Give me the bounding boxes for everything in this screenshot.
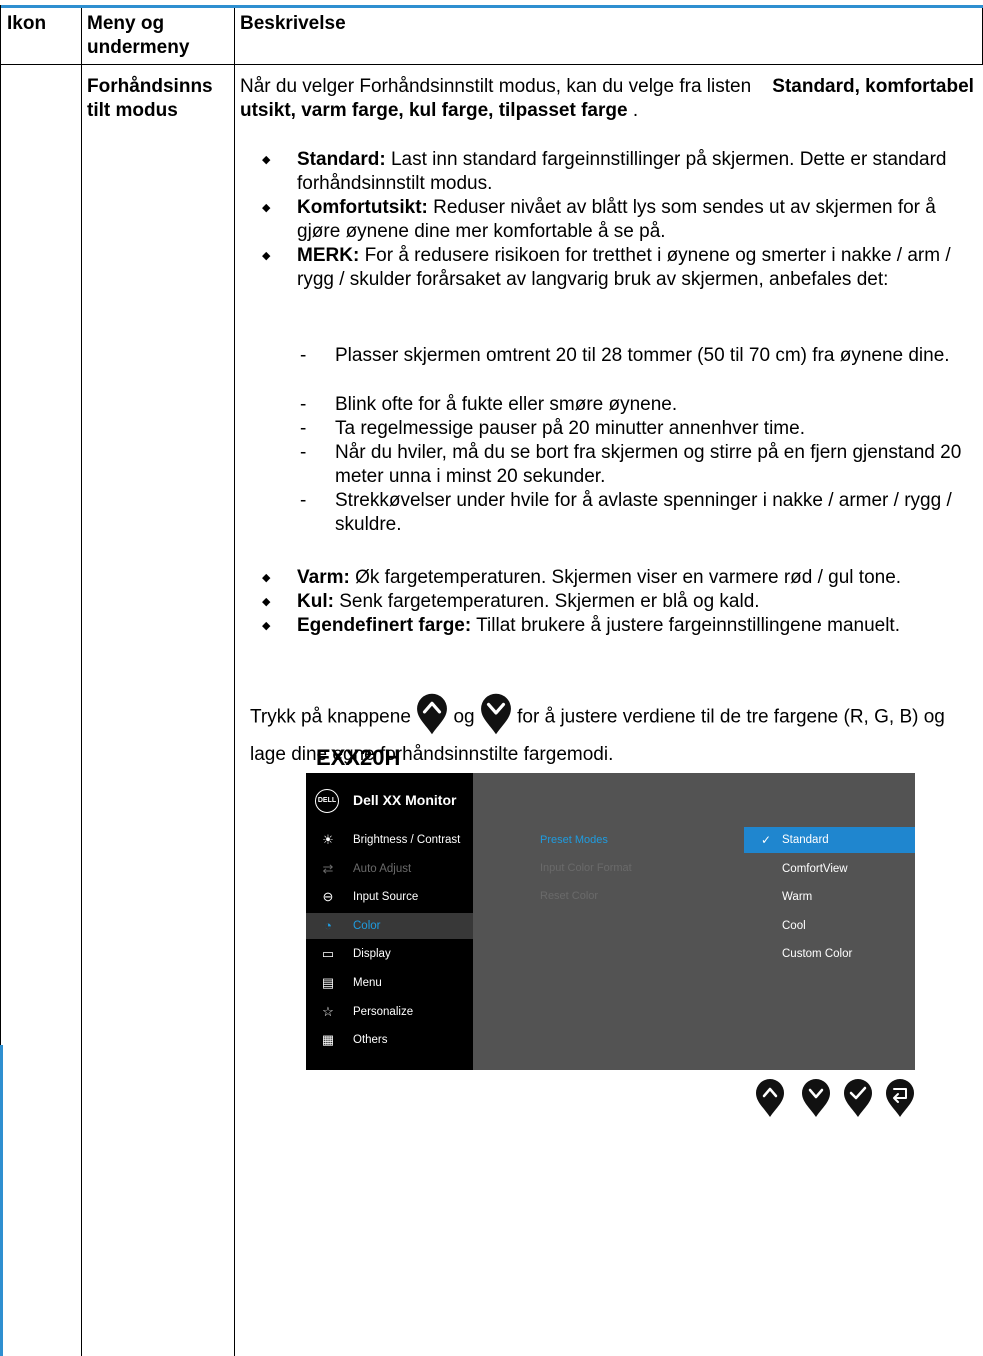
column-divider-2 — [234, 8, 235, 1356]
bullet-diamond: ◆ — [262, 572, 271, 584]
osd-sidebar: DELL Dell XX Monitor ☀ Brightness / Contr… — [306, 773, 473, 1070]
table-left-border — [0, 5, 1, 1045]
osd-menu-item[interactable]: ⊖ Input Source — [306, 884, 473, 910]
dash-marker: - — [300, 345, 307, 366]
table-top-border — [0, 5, 983, 8]
press-og: og — [453, 706, 475, 728]
osd-menu-item[interactable]: ▦ Others — [306, 1027, 473, 1053]
osd-up-button-icon[interactable] — [755, 1078, 785, 1118]
page: Ikon Meny og undermeny Beskrivelse Forhå… — [0, 0, 983, 1356]
osd-menu-item[interactable]: ⇄ Auto Adjust — [306, 856, 473, 882]
bullet-diamond: ◆ — [262, 620, 271, 632]
intro-text: Når du velger Forhåndsinnstilt modus, ka… — [240, 76, 752, 97]
osd-option[interactable]: Custom Color — [744, 941, 915, 967]
tip-text: Ta regelmessige pauser på 20 minutter an… — [335, 418, 805, 439]
osd-menu-item[interactable]: ☀ Brightness / Contrast — [306, 827, 473, 853]
bullet-text: Tillat brukere å justere fargeinnstillin… — [476, 615, 900, 636]
bullet-label: Standard: — [297, 149, 386, 170]
menu-name-preset-modes: Forhåndsinns tilt modus — [87, 76, 213, 121]
down-arrow-icon — [480, 692, 512, 743]
bullet-text: Øk fargetemperaturen. Skjermen viser en … — [355, 567, 902, 588]
osd-submenu-reset-color[interactable]: Reset Color — [540, 890, 598, 902]
bullet-text: Senk fargetemperaturen. Skjermen er blå … — [339, 591, 760, 612]
osd-menu-label: Display — [353, 948, 391, 961]
header-menu: Meny og undermeny — [87, 13, 190, 58]
bullet-label: Egendefinert farge: — [297, 615, 472, 636]
bullet-text: Last inn standard fargeinnstillinger på … — [297, 149, 947, 194]
osd-back-button-icon[interactable] — [885, 1078, 915, 1118]
bullet-diamond: ◆ — [262, 250, 271, 262]
osd-option-label: Custom Color — [782, 948, 853, 961]
osd-menu-item[interactable]: ▭ Display — [306, 941, 473, 967]
osd-option-label: Standard — [782, 834, 829, 846]
osd-option[interactable]: Cool — [744, 913, 915, 939]
bullet-label: Kul: — [297, 591, 334, 612]
dash-marker: - — [300, 490, 307, 511]
osd-menu-label: Others — [353, 1034, 388, 1047]
up-arrow-icon — [416, 692, 448, 743]
bullet-text: For å redusere risikoen for tretthet i ø… — [297, 245, 951, 290]
intro-paragraph: Når du velger Forhåndsinnstilt modus, ka… — [240, 75, 975, 123]
table-left-accent — [0, 1045, 3, 1356]
bullet-diamond: ◆ — [262, 154, 271, 166]
bullet-diamond: ◆ — [262, 202, 271, 214]
osd-menu-item[interactable]: ◔ Color — [306, 912, 473, 939]
dash-marker: - — [300, 418, 307, 439]
osd-menu-label: Input Source — [353, 891, 419, 904]
osd-menu-label: Brightness / Contrast — [353, 834, 461, 846]
osd-down-button-icon[interactable] — [801, 1078, 831, 1118]
others-icon: ▦ — [321, 1032, 335, 1048]
brightness-icon: ☀ — [322, 832, 334, 847]
osd-option[interactable]: ✓ Standard — [744, 827, 915, 853]
osd-submenu-preset-modes[interactable]: Preset Modes — [540, 834, 608, 846]
dell-logo-icon: DELL — [315, 789, 339, 813]
intro-end: . — [632, 100, 639, 121]
column-divider-1 — [81, 8, 82, 1356]
osd-confirm-button-icon[interactable] — [843, 1078, 873, 1118]
osd-menu-item[interactable]: ☆ Personalize — [306, 999, 473, 1025]
osd-menu-label: Auto Adjust — [353, 862, 412, 875]
input-source-icon: ⊖ — [322, 889, 334, 905]
osd-submenu-input-color-format[interactable]: Input Color Format — [540, 862, 632, 874]
auto-adjust-icon: ⇄ — [322, 860, 334, 876]
check-icon: ✓ — [761, 833, 772, 847]
osd-option-label: ComfortView — [782, 862, 848, 875]
dash-marker: - — [300, 442, 307, 463]
osd-menu-item[interactable]: ▤ Menu — [306, 970, 473, 996]
personalize-icon: ☆ — [322, 1003, 334, 1019]
osd-option-label: Warm — [782, 891, 813, 904]
tip-text: Plasser skjermen omtrent 20 til 28 tomme… — [335, 345, 950, 366]
bullet-label: Komfortutsikt: — [297, 197, 428, 218]
osd-menu-label: Color — [353, 919, 381, 932]
model-name: EXX20H — [316, 745, 401, 770]
osd-option[interactable]: ComfortView — [744, 856, 915, 882]
tip-text: Strekkøvelser under hvile for å avlaste … — [335, 490, 952, 535]
osd-menu-label: Menu — [353, 977, 382, 989]
menu-icon: ▤ — [321, 975, 335, 990]
dash-marker: - — [300, 394, 307, 415]
display-icon: ▭ — [321, 946, 335, 962]
osd-title: Dell XX Monitor — [353, 792, 457, 808]
press-text: Trykk på knappene — [250, 706, 411, 728]
osd-option-label: Cool — [782, 919, 806, 932]
bullet-label: MERK: — [297, 245, 360, 266]
bullet-diamond: ◆ — [262, 596, 271, 608]
color-icon: ◔ — [324, 917, 332, 933]
osd-menu-label: Personalize — [353, 1005, 414, 1018]
tip-text: Når du hviler, må du se bort fra skjerme… — [335, 442, 962, 487]
osd-screenshot: DELL Dell XX Monitor ☀ Brightness / Contr… — [306, 773, 915, 1070]
header-row-divider — [0, 64, 983, 65]
header-description: Beskrivelse — [240, 13, 346, 34]
bullet-label: Varm: — [297, 567, 350, 588]
tip-text: Blink ofte for å fukte eller smøre øynen… — [335, 394, 678, 415]
header-icon: Ikon — [7, 13, 47, 34]
osd-option[interactable]: Warm — [744, 884, 915, 910]
